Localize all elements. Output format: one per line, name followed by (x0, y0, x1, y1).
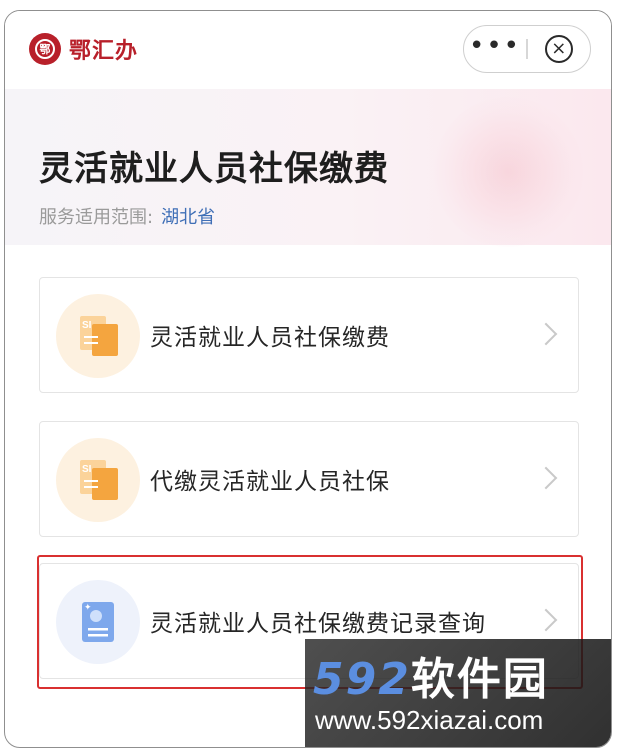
service-scope: 服务适用范围: 湖北省 (39, 203, 215, 229)
svg-text:SI: SI (82, 464, 92, 475)
watermark-brand-text: 软件园 (410, 654, 549, 705)
si-document-icon: SI (56, 294, 140, 378)
top-bar: 鄂 鄂汇办 ••• × (5, 11, 611, 89)
service-card-pay[interactable]: SI 灵活就业人员社保缴费 (39, 277, 579, 393)
close-icon: × (544, 35, 573, 63)
watermark-brand-number: 592 (313, 654, 411, 705)
svg-text:SI: SI (82, 320, 92, 331)
service-card-proxy-pay[interactable]: SI 代缴灵活就业人员社保 (39, 421, 579, 537)
si-document-icon: SI (56, 438, 140, 522)
page-title: 灵活就业人员社保缴费 (39, 149, 389, 189)
scope-value: 湖北省 (161, 207, 216, 228)
app-logo: 鄂 鄂汇办 (29, 33, 138, 65)
chevron-right-icon (534, 322, 558, 346)
site-watermark: 592软件园 www.592xiazai.com (305, 639, 611, 747)
scope-label: 服务适用范围: (39, 207, 154, 228)
emblem-icon: 鄂 (29, 33, 61, 65)
chevron-right-icon (534, 466, 558, 490)
service-card-label: 灵活就业人员社保缴费 (150, 325, 390, 351)
more-options-button[interactable]: ••• (464, 33, 526, 59)
header-banner: 灵活就业人员社保缴费 服务适用范围: 湖北省 (5, 89, 611, 247)
service-card-label: 代缴灵活就业人员社保 (150, 469, 390, 495)
menu-capsule: ••• × (463, 25, 591, 73)
mini-program-window: 鄂 鄂汇办 ••• × 灵活就业人员社保缴费 服务适用范围: 湖北省 SI 灵活… (4, 10, 612, 748)
app-name: 鄂汇办 (69, 38, 139, 64)
seal-watermark-icon (433, 97, 583, 247)
watermark-brand: 592软件园 (313, 643, 549, 707)
emblem-inner: 鄂 (35, 39, 55, 59)
watermark-url: www.592xiazai.com (315, 705, 544, 735)
close-button[interactable]: × (528, 35, 591, 63)
